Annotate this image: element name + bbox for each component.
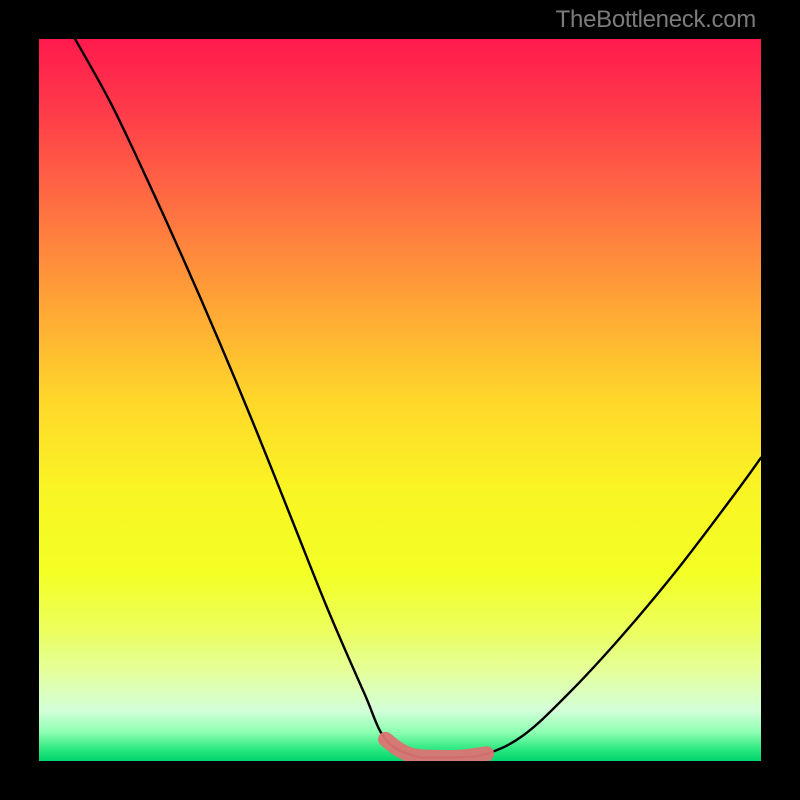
optimal-range-highlight <box>39 39 761 761</box>
chart-frame: TheBottleneck.com <box>0 0 800 800</box>
watermark-text: TheBottleneck.com <box>556 6 756 34</box>
plot-area <box>39 39 761 761</box>
